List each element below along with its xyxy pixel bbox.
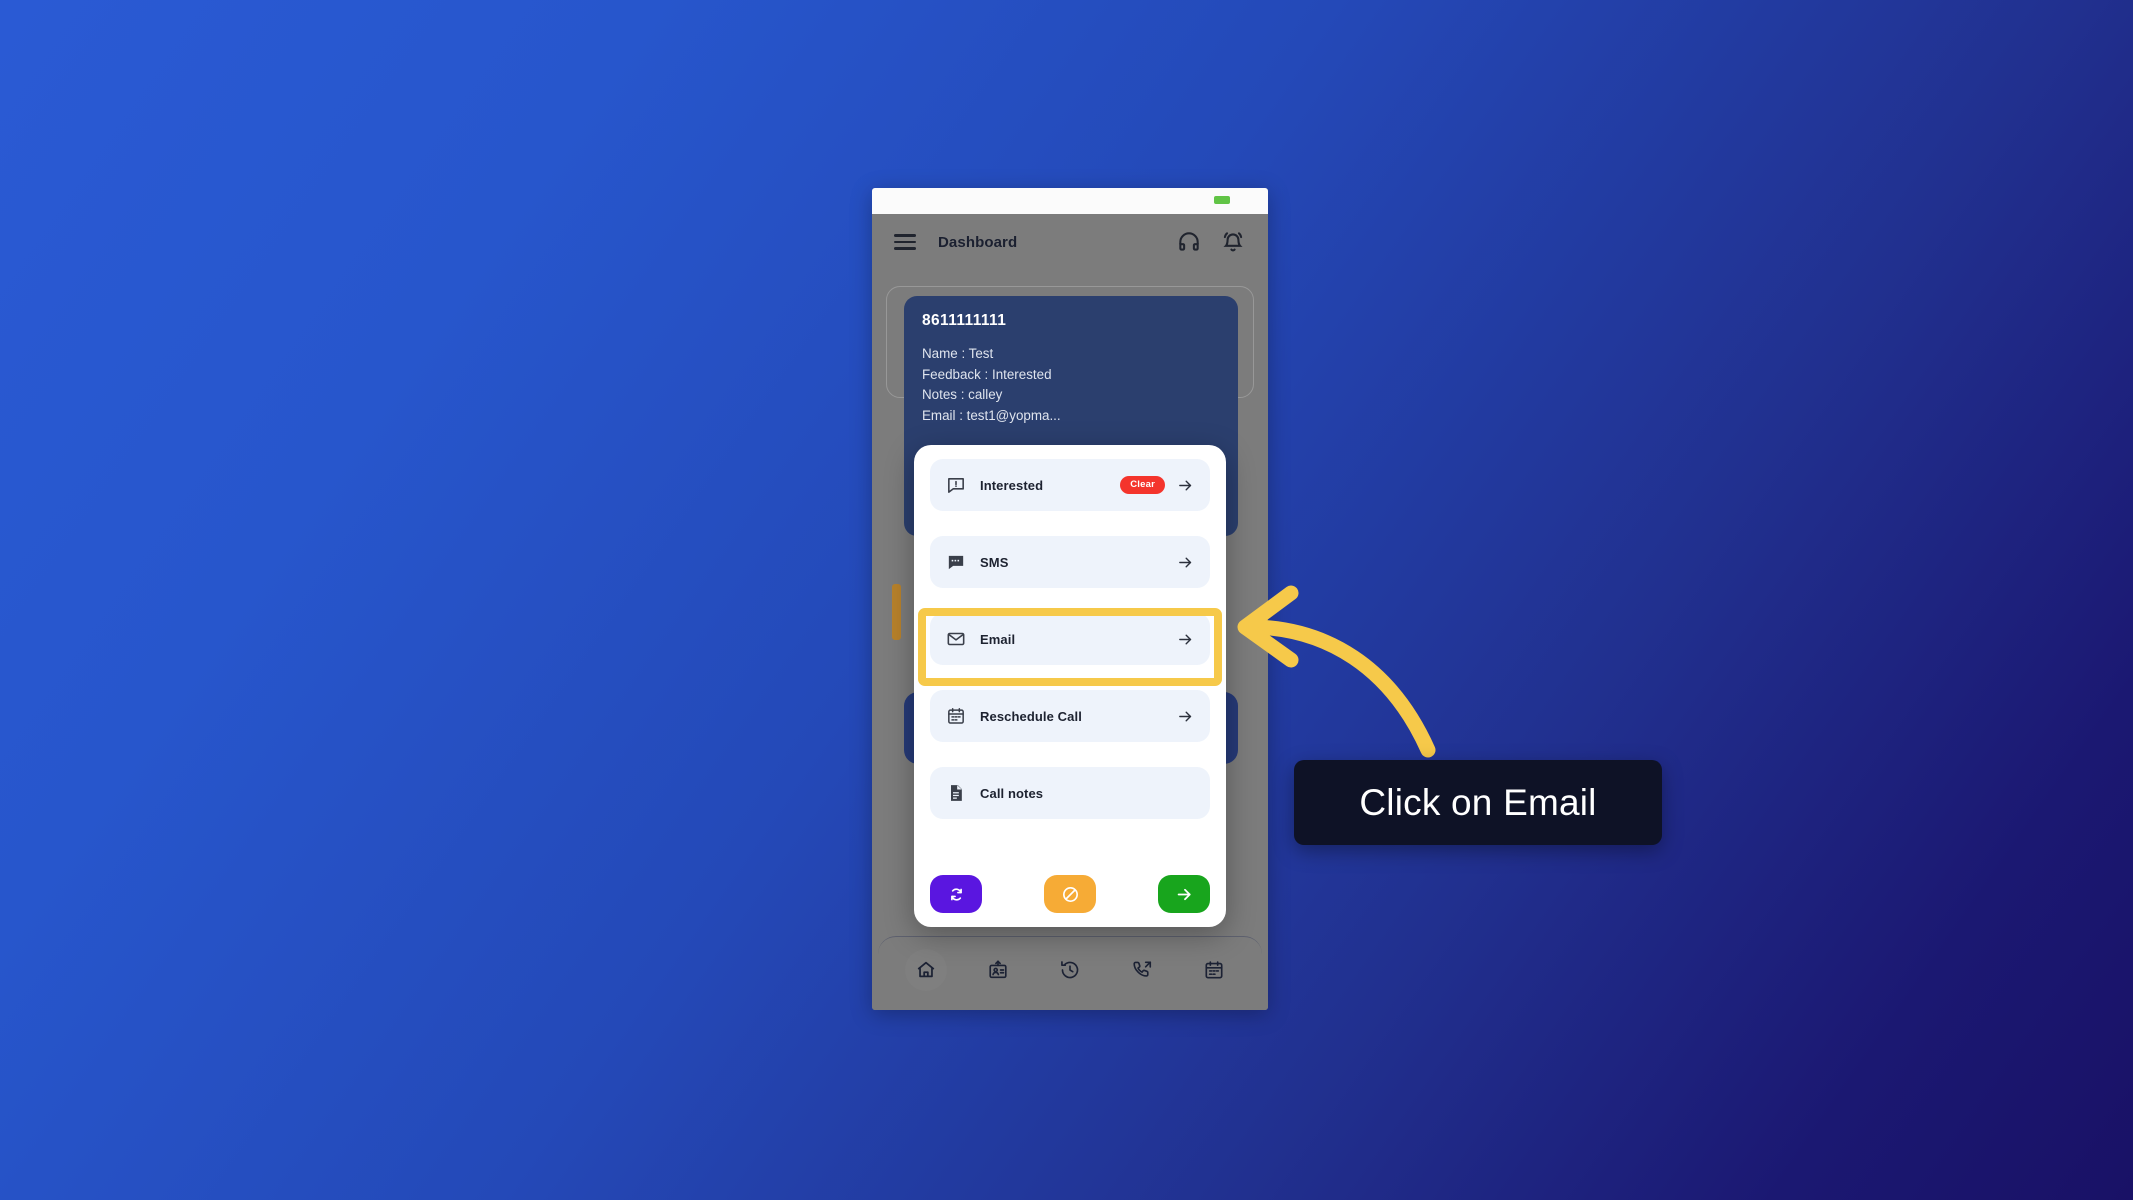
menu-row-reschedule-call[interactable]: Reschedule Call xyxy=(930,690,1210,742)
sheet-action-buttons xyxy=(930,875,1210,913)
nav-item-calendar[interactable] xyxy=(1193,949,1235,991)
bottom-navigation xyxy=(878,936,1262,1002)
menu-label-interested: Interested xyxy=(980,477,1044,493)
app-bar: Dashboard xyxy=(872,214,1268,270)
tooltip-text: Click on Email xyxy=(1359,781,1597,823)
lead-phone-number: 8611111111 xyxy=(922,312,1007,329)
calendar-icon xyxy=(946,706,966,726)
feedback-bubble-icon xyxy=(946,475,966,495)
menu-label-sms: SMS xyxy=(980,554,1009,570)
arrow-right-icon xyxy=(1177,888,1191,900)
menu-label-call-notes: Call notes xyxy=(980,785,1044,801)
envelope-icon xyxy=(946,629,966,649)
decorative-accent-bar xyxy=(892,584,901,640)
lead-email: Email : test1@yopma... xyxy=(922,407,1061,423)
next-button[interactable] xyxy=(1158,875,1210,913)
block-icon xyxy=(1062,886,1078,902)
notification-bell-icon[interactable] xyxy=(1220,229,1246,255)
arrow-right-icon[interactable] xyxy=(1177,708,1194,725)
notes-document-icon xyxy=(946,783,966,803)
arrow-right-icon[interactable] xyxy=(1177,554,1194,571)
menu-row-sms[interactable]: SMS xyxy=(930,536,1210,588)
arrow-right-icon[interactable] xyxy=(1177,631,1194,648)
menu-row-email[interactable]: Email xyxy=(930,613,1210,665)
refresh-icon xyxy=(950,887,962,901)
instruction-tooltip: Click on Email xyxy=(1294,760,1662,845)
action-bottom-sheet: Interested Clear SMS Email Reschedule Ca… xyxy=(914,445,1226,927)
arrow-right-icon[interactable] xyxy=(1177,477,1194,494)
nav-item-history[interactable] xyxy=(1049,949,1091,991)
lead-name: Name : Test xyxy=(922,346,994,361)
battery-icon xyxy=(1214,196,1230,204)
page-title: Dashboard xyxy=(938,233,1018,251)
hamburger-menu-icon[interactable] xyxy=(894,234,916,250)
lead-notes: Notes : calley xyxy=(922,387,1003,402)
block-button[interactable] xyxy=(1044,875,1096,913)
headset-support-icon[interactable] xyxy=(1176,229,1202,255)
menu-row-call-notes[interactable]: Call notes xyxy=(930,767,1210,819)
status-bar xyxy=(872,188,1268,214)
nav-item-upload-leads[interactable] xyxy=(977,949,1019,991)
clear-badge[interactable]: Clear xyxy=(1120,476,1165,494)
menu-row-interested[interactable]: Interested Clear xyxy=(930,459,1210,511)
menu-label-reschedule-call: Reschedule Call xyxy=(980,708,1082,724)
refresh-button[interactable] xyxy=(930,875,982,913)
nav-item-home[interactable] xyxy=(905,948,947,991)
menu-label-email: Email xyxy=(980,631,1016,647)
nav-item-calls[interactable] xyxy=(1121,949,1163,991)
sms-bubble-icon xyxy=(946,552,966,572)
lead-feedback: Feedback : Interested xyxy=(922,366,1052,382)
